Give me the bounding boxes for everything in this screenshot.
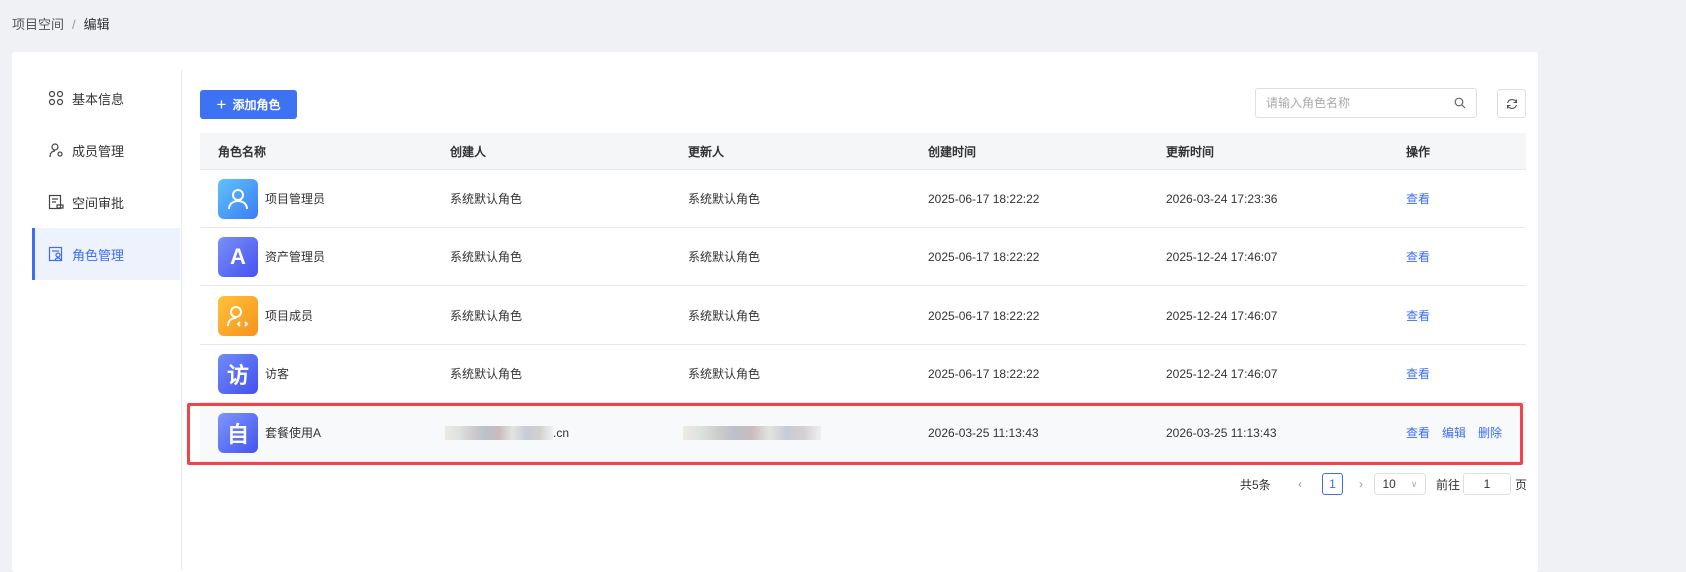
role-icon — [48, 246, 63, 262]
creator: 系统默认角色 — [450, 367, 523, 381]
table-row: 项目成员 系统默认角色 系统默认角色 2025-06-17 18:22:22 2… — [200, 287, 1526, 345]
sidebar-item-roles[interactable]: 角色管理 — [32, 228, 180, 280]
role-icon-text: 访 — [226, 362, 249, 388]
updater: 系统默认角色 — [688, 309, 761, 323]
updated-time: 2026-03-24 17:23:36 — [1166, 191, 1278, 206]
breadcrumb: 项目空间 / 编辑 — [12, 14, 110, 33]
sidebar-divider — [181, 70, 182, 570]
sidebar-item-approval[interactable]: 空间审批 — [32, 176, 180, 228]
plus-icon: + — [216, 94, 227, 114]
chevron-down-icon: ∨ — [1410, 478, 1418, 489]
sidebar-item-members[interactable]: 成员管理 — [32, 124, 180, 176]
role-avatar-icon — [218, 178, 258, 219]
role-avatar-icon: 访 — [218, 353, 258, 394]
grid-icon — [48, 90, 64, 106]
page-1[interactable]: 1 — [1322, 473, 1343, 495]
role-name: 项目成员 — [265, 309, 314, 323]
header-actions: 操作 — [1406, 144, 1431, 159]
next-page-icon[interactable]: › — [1359, 473, 1363, 495]
user-gear-icon — [49, 143, 63, 158]
updated-time: 2025-12-24 17:46:07 — [1166, 249, 1278, 264]
table-row: 访 访客 系统默认角色 系统默认角色 2025-06-17 18:22:22 20… — [200, 345, 1526, 403]
refresh-button[interactable] — [1497, 89, 1526, 118]
updater: 系统默认角色 — [688, 192, 761, 206]
table-row: A 资产管理员 系统默认角色 系统默认角色 2025-06-17 18:22:22… — [200, 228, 1526, 286]
updated-time: 2025-12-24 17:46:07 — [1166, 308, 1278, 323]
page-size-value: 10 — [1382, 477, 1396, 491]
goto-label: 前往 — [1436, 477, 1461, 492]
created-time: 2025-06-17 18:22:22 — [928, 366, 1040, 381]
creator: 系统默认角色 — [450, 309, 523, 323]
created-time: 2025-06-17 18:22:22 — [928, 191, 1040, 206]
refresh-icon — [1506, 98, 1517, 109]
created-time: 2025-06-17 18:22:22 — [928, 249, 1040, 264]
breadcrumb-current: 编辑 — [83, 17, 110, 32]
created-time: 2025-06-17 18:22:22 — [928, 308, 1040, 323]
action-view-link[interactable]: 查看 — [1406, 190, 1430, 207]
page-size-select[interactable]: 10 ∨ — [1374, 473, 1426, 495]
page-suffix: 页 — [1515, 477, 1528, 492]
approval-icon — [48, 194, 64, 210]
table-header: 角色名称 创建人 更新人 创建时间 更新时间 操作 — [200, 133, 1526, 170]
role-name: 资产管理员 — [265, 250, 326, 264]
header-created: 创建时间 — [928, 144, 977, 159]
action-view-link[interactable]: 查看 — [1406, 365, 1430, 382]
add-role-button[interactable]: + 添加角色 — [200, 90, 297, 119]
sidebar-item-label: 基本信息 — [72, 91, 125, 107]
role-search[interactable] — [1255, 88, 1477, 118]
sidebar-item-basic-info[interactable]: 基本信息 — [32, 72, 180, 124]
breadcrumb-separator: / — [72, 17, 76, 32]
add-role-label: 添加角色 — [232, 98, 281, 112]
action-view-link[interactable]: 查看 — [1406, 248, 1430, 265]
header-creator: 创建人 — [450, 144, 487, 159]
sidebar-item-label: 角色管理 — [72, 247, 125, 263]
action-view-link[interactable]: 查看 — [1406, 307, 1430, 324]
role-avatar-icon — [218, 295, 258, 336]
sidebar-item-label: 成员管理 — [72, 143, 125, 159]
creator: 系统默认角色 — [450, 250, 523, 264]
role-icon-text: A — [230, 243, 246, 269]
role-name: 访客 — [265, 367, 290, 381]
role-avatar-icon: A — [218, 236, 258, 277]
goto-input[interactable]: 1 — [1463, 473, 1511, 495]
role-name: 项目管理员 — [265, 192, 326, 206]
updated-time: 2025-12-24 17:46:07 — [1166, 366, 1278, 381]
breadcrumb-root[interactable]: 项目空间 — [12, 17, 64, 32]
table-row: 项目管理员 系统默认角色 系统默认角色 2025-06-17 18:22:22 … — [200, 170, 1526, 228]
search-icon[interactable] — [1454, 97, 1466, 109]
updater: 系统默认角色 — [688, 250, 761, 264]
search-input[interactable] — [1266, 96, 1446, 110]
header-updater: 更新人 — [688, 144, 725, 159]
prev-page-icon[interactable]: ‹ — [1298, 473, 1302, 495]
updater: 系统默认角色 — [688, 367, 761, 381]
header-name: 角色名称 — [218, 144, 267, 159]
sidebar-item-label: 空间审批 — [72, 195, 125, 211]
highlight-box — [187, 403, 1523, 465]
header-updated: 更新时间 — [1166, 144, 1215, 159]
total-count: 共5条 — [1240, 477, 1271, 492]
creator: 系统默认角色 — [450, 192, 523, 206]
